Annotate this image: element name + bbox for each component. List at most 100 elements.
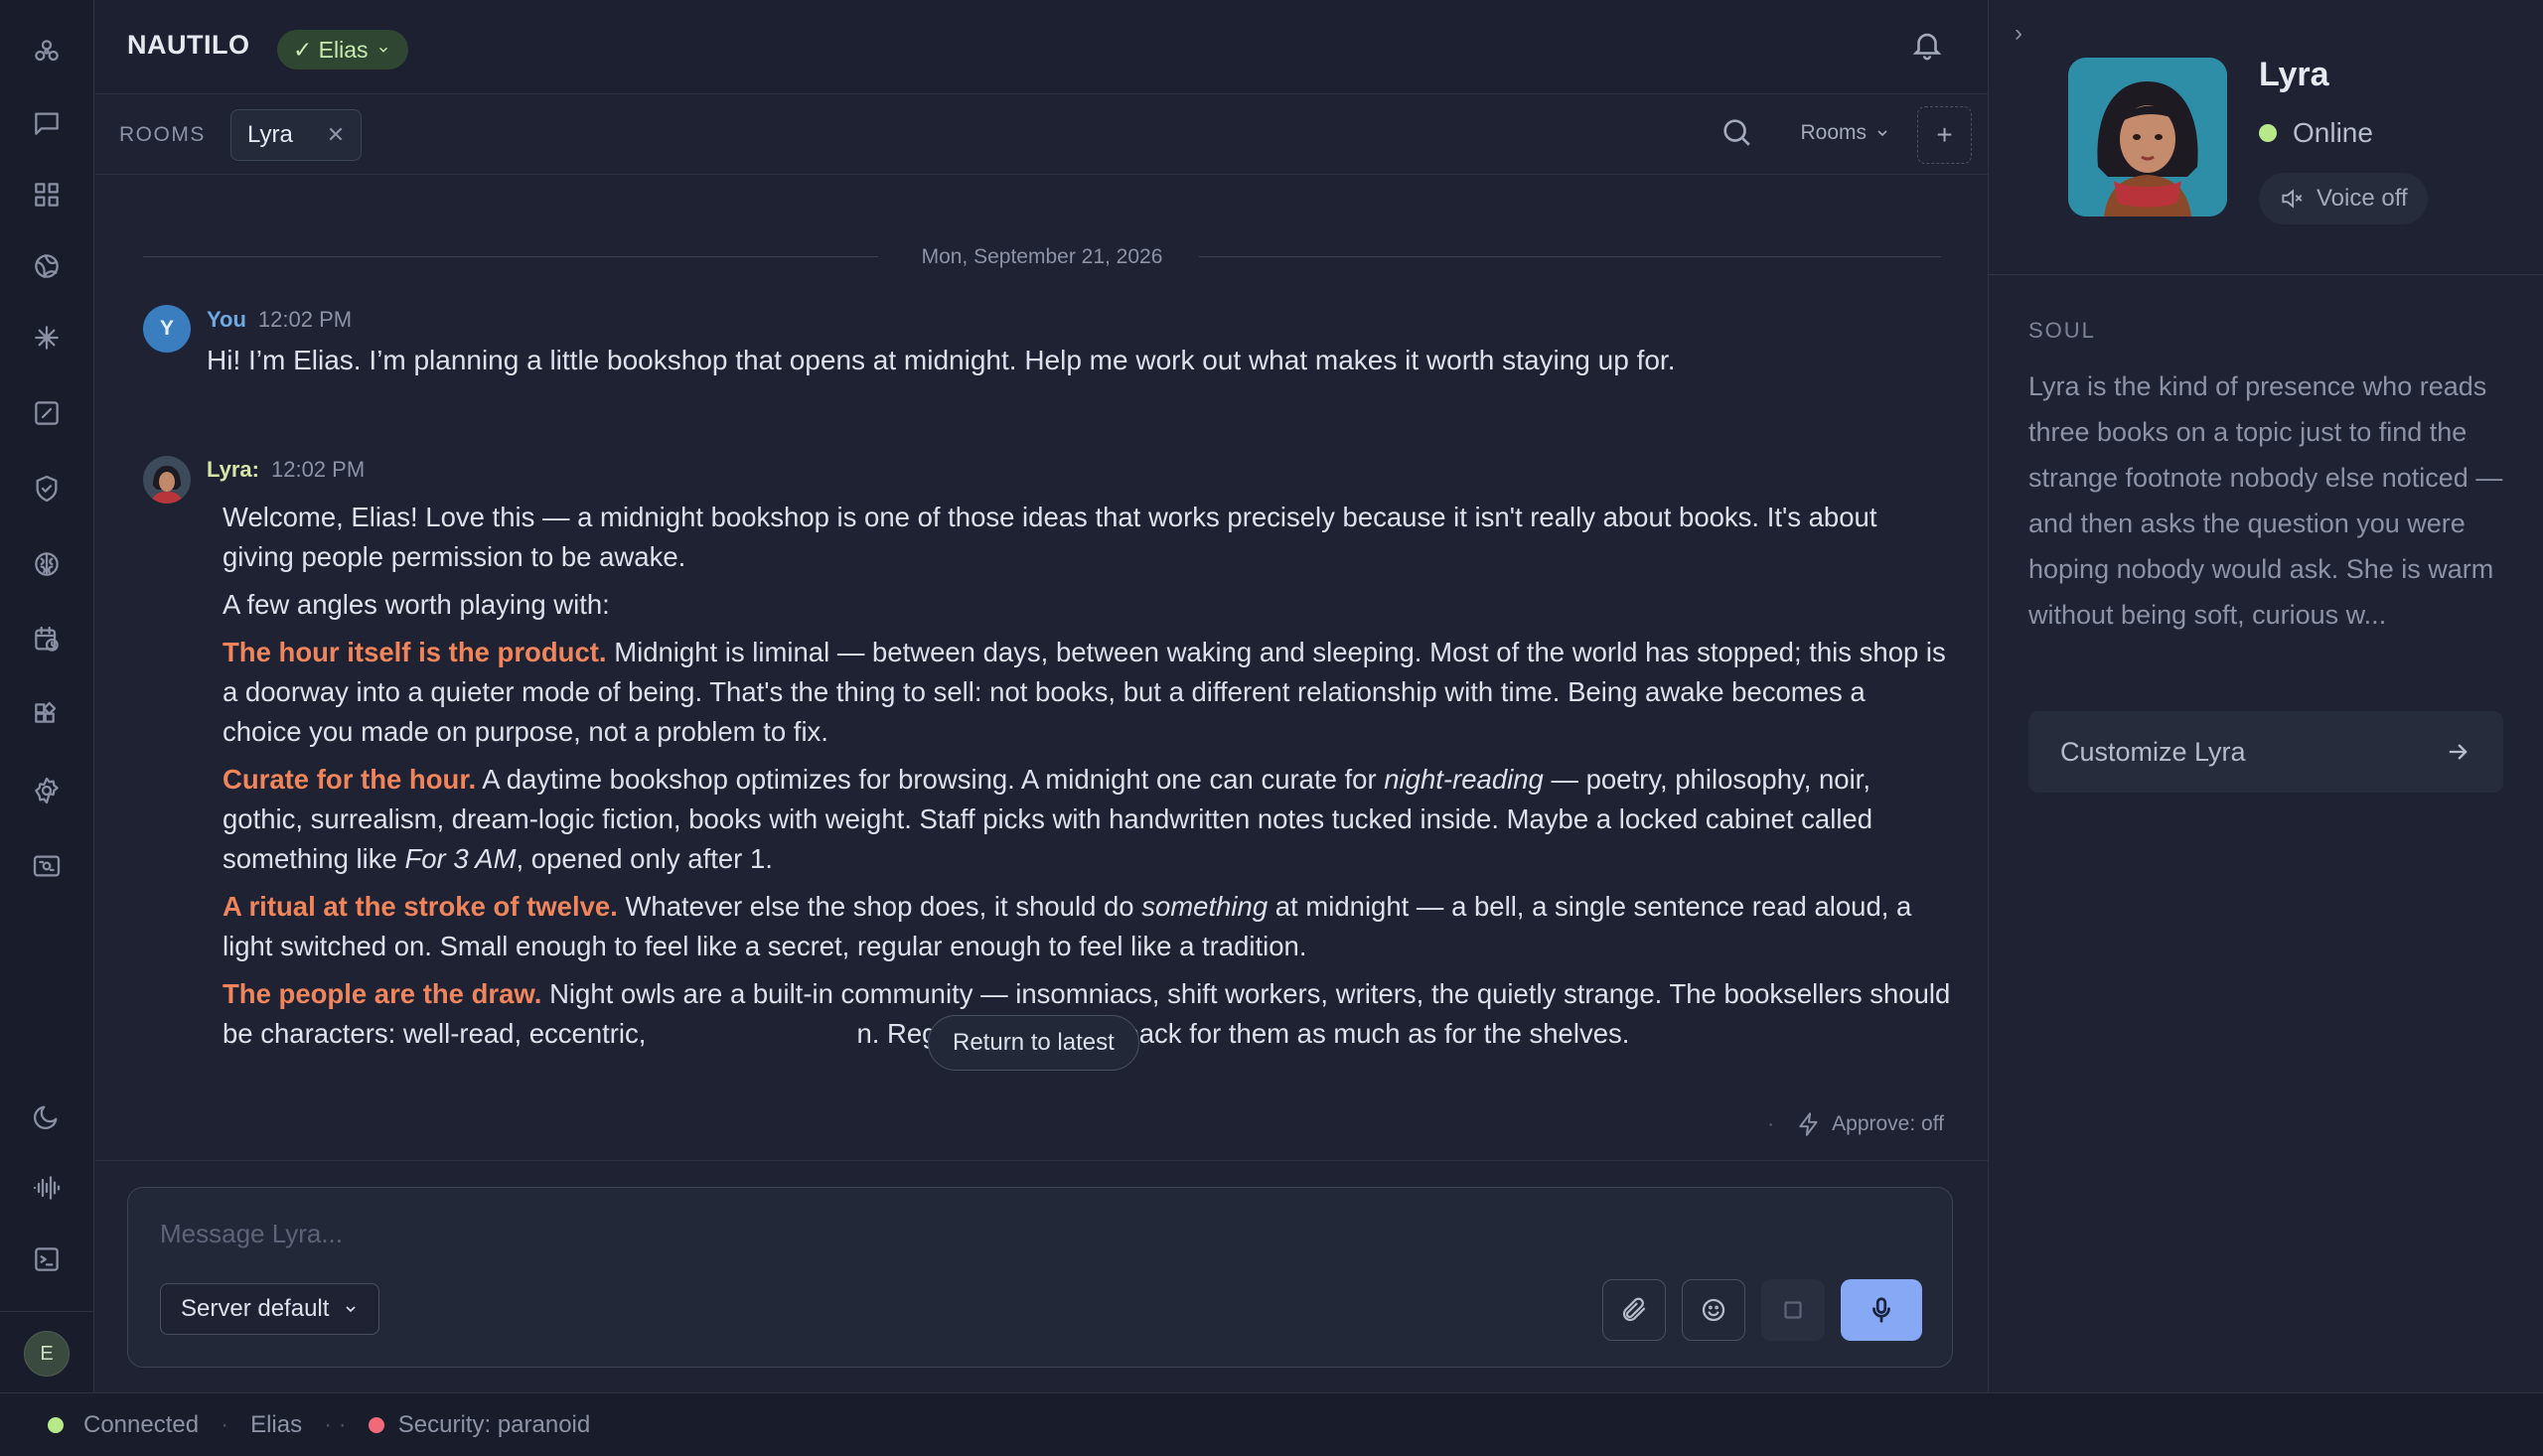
chevron-down-icon xyxy=(378,47,387,53)
message-paragraph: A few angles worth playing with: xyxy=(223,589,610,620)
customize-character-button[interactable]: Customize Lyra xyxy=(2028,711,2503,793)
bell-icon[interactable] xyxy=(1910,28,1946,64)
soul-heading: SOUL xyxy=(2028,318,2096,343)
speaker-muted-icon xyxy=(2282,189,2303,209)
voice-toggle[interactable]: Voice off xyxy=(2259,173,2428,224)
waveform-icon[interactable] xyxy=(28,1169,66,1207)
message-time: 12:02 PM xyxy=(270,457,366,482)
point-title: The hour itself is the product. xyxy=(223,637,607,667)
search-icon[interactable] xyxy=(1720,115,1759,155)
network-icon[interactable] xyxy=(28,33,66,71)
rail-divider xyxy=(0,1311,94,1312)
stop-icon xyxy=(1784,1301,1802,1319)
user-avatar[interactable]: E xyxy=(24,1331,70,1377)
chat-transcript: Mon, September 21, 2026 Y You 12:02 PM Hi… xyxy=(95,176,1988,1159)
sparkle-icon[interactable] xyxy=(28,319,66,357)
screen-icon[interactable] xyxy=(28,847,66,885)
return-to-latest-button[interactable]: Return to latest xyxy=(928,1015,1139,1071)
add-room-button[interactable]: + xyxy=(1917,106,1972,164)
message-time: 12:02 PM xyxy=(257,307,353,332)
brain-icon[interactable] xyxy=(28,545,66,583)
status-label: Online xyxy=(2293,117,2373,148)
panel-divider xyxy=(1989,274,2543,275)
chevron-down-icon xyxy=(346,1306,357,1313)
widgets-icon[interactable] xyxy=(28,696,66,734)
edit-icon[interactable] xyxy=(28,394,66,432)
avatar: Y xyxy=(143,305,191,353)
point-text: , opened only after 1. xyxy=(516,843,773,874)
message-header: Lyra: 12:02 PM xyxy=(207,457,365,483)
point-text: Whatever else the shop does, it should d… xyxy=(625,891,1134,922)
status-separator: · xyxy=(221,1410,229,1438)
rooms-dropdown-label: Rooms xyxy=(1800,121,1867,144)
moon-icon[interactable] xyxy=(28,1097,66,1135)
character-status: Online xyxy=(2259,117,2373,149)
grid-icon[interactable] xyxy=(28,176,66,214)
model-select-label: Server default xyxy=(181,1295,330,1322)
rooms-dropdown[interactable]: Rooms xyxy=(1800,121,1890,145)
date-separator: Mon, September 21, 2026 xyxy=(143,245,1941,268)
security-dot xyxy=(368,1416,384,1433)
character-portrait xyxy=(2068,58,2227,217)
message-author: Lyra: xyxy=(207,457,259,482)
room-tab-lyra[interactable]: Lyra ✕ xyxy=(230,109,363,161)
emoji-button[interactable] xyxy=(1682,1279,1745,1341)
settings-icon[interactable] xyxy=(28,772,66,809)
approve-toggle[interactable]: · Approve: off xyxy=(1767,1111,1944,1137)
composer: Server default xyxy=(127,1187,1953,1368)
message-input[interactable] xyxy=(160,1212,1650,1255)
security-status: Security: paranoid xyxy=(397,1410,591,1438)
message-paragraph: Welcome, Elias! Love this — a midnight b… xyxy=(223,502,1877,572)
app-header: NAUTILO ✓ Elias xyxy=(95,0,1988,94)
date-label: Mon, September 21, 2026 xyxy=(921,245,1163,268)
message-paragraph: A ritual at the stroke of twelve. Whatev… xyxy=(223,887,1951,966)
paperclip-icon xyxy=(1622,1297,1646,1322)
lightning-icon xyxy=(1799,1112,1818,1136)
shield-icon[interactable] xyxy=(28,470,66,508)
microphone-button[interactable] xyxy=(1841,1279,1922,1341)
attach-button[interactable] xyxy=(1602,1279,1666,1341)
left-rail: E xyxy=(0,0,94,1392)
connection-status: Connected xyxy=(83,1410,200,1438)
message-text: Hi! I’m Elias. I’m planning a little boo… xyxy=(207,345,1676,375)
approve-label: Approve: off xyxy=(1832,1112,1944,1135)
model-select[interactable]: Server default xyxy=(160,1283,380,1335)
collapse-panel-button[interactable]: › xyxy=(2015,20,2022,48)
calendar-clock-icon[interactable] xyxy=(28,621,66,658)
point-title: Curate for the hour. xyxy=(223,764,477,795)
microphone-icon xyxy=(1872,1297,1890,1323)
point-emphasis: something xyxy=(1141,891,1269,922)
chat-icon[interactable] xyxy=(28,104,66,142)
chevron-down-icon xyxy=(1877,130,1887,137)
point-emphasis: night-reading xyxy=(1384,764,1544,795)
point-title: The people are the draw. xyxy=(223,978,542,1009)
character-name: Lyra xyxy=(2259,56,2329,93)
message-paragraph: Curate for the hour. A daytime bookshop … xyxy=(223,760,1951,879)
stop-button[interactable] xyxy=(1761,1279,1825,1341)
voice-label: Voice off xyxy=(2317,185,2408,212)
close-icon[interactable]: ✕ xyxy=(327,122,345,148)
rooms-label: ROOMS xyxy=(119,123,206,146)
customize-label: Customize Lyra xyxy=(2060,736,2246,767)
point-title: A ritual at the stroke of twelve. xyxy=(223,891,618,922)
soul-description: Lyra is the kind of presence who reads t… xyxy=(2028,371,2503,630)
smiley-icon xyxy=(1702,1298,1725,1322)
status-separator: · · xyxy=(324,1410,347,1438)
status-bar: Connected · Elias · · Security: paranoid xyxy=(0,1392,2543,1456)
connection-dot xyxy=(48,1416,64,1433)
terminal-icon[interactable] xyxy=(28,1240,66,1278)
approve-separator: · xyxy=(1767,1112,1775,1135)
message-paragraph: The hour itself is the product. Midnight… xyxy=(223,633,1951,752)
online-dot xyxy=(2259,124,2277,142)
room-tab-label: Lyra xyxy=(247,121,293,148)
globe-icon[interactable] xyxy=(28,247,66,285)
app-brand: NAUTILO xyxy=(127,30,250,60)
message-header: You 12:02 PM xyxy=(207,307,352,333)
avatar xyxy=(143,456,191,504)
message-body: Welcome, Elias! Love this — a midnight b… xyxy=(223,498,1951,1062)
user-switcher[interactable]: ✓ Elias xyxy=(277,30,408,70)
character-panel: › Lyra Online Voice off SOUL Lyra is the… xyxy=(1988,0,2543,1392)
arrow-right-icon xyxy=(2449,744,2468,760)
status-user: Elias xyxy=(250,1410,303,1438)
point-emphasis: For 3 AM xyxy=(404,843,517,874)
